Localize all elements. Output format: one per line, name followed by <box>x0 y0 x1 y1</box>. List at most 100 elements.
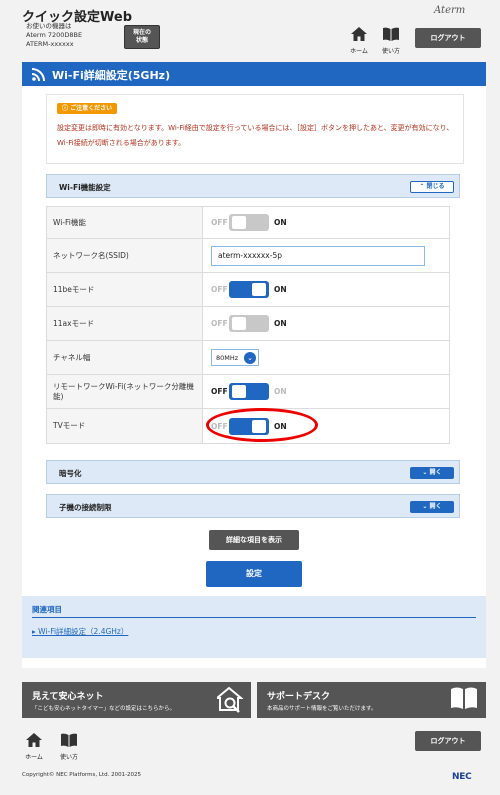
section-wifi-function-label: Wi-Fi機能設定 <box>59 183 111 192</box>
device-line-1: お使いの機器は <box>26 22 72 30</box>
section-access-limit[interactable]: 子機の接続制限 ⌄ 開く <box>46 494 460 518</box>
help-nav[interactable]: 使い方 <box>378 26 404 55</box>
related-title: 関連項目 <box>32 605 62 614</box>
toggle-on-label: ON <box>274 421 287 431</box>
logout-button[interactable]: ログアウト <box>415 28 481 48</box>
channel-width-value: 80MHz <box>216 353 239 362</box>
toggle-on-label: ON <box>274 387 287 396</box>
book-icon <box>451 687 477 709</box>
home-icon <box>26 733 42 747</box>
setting-value: 80MHz ⌄ <box>203 341 449 374</box>
footer-help-label: 使い方 <box>59 754 78 761</box>
toggle-off-label: OFF <box>211 285 228 294</box>
setting-label: チャネル幅 <box>47 341 203 374</box>
footer-help-nav[interactable]: 使い方 <box>56 732 82 761</box>
chevron-down-icon: ⌄ <box>422 469 428 476</box>
toggle-on-label: ON <box>274 319 287 328</box>
related-section: 関連項目 ▸ Wi-Fi詳細設定（2.4GHz） <box>22 596 486 658</box>
current-status-button[interactable]: 現在の 状態 <box>124 25 160 49</box>
collapse-label: 閉じる <box>426 183 445 190</box>
setting-value: OFF ON <box>203 307 449 340</box>
setting-label: 11beモード <box>47 273 203 306</box>
expand-access-limit-button[interactable]: ⌄ 開く <box>410 501 454 513</box>
safety-banner-subtitle: 「こども安心ネットタイマー」などの設定はこちらから。 <box>32 706 176 712</box>
setting-row-11be: 11beモード OFF ON <box>47 273 449 307</box>
footer-logout-button[interactable]: ログアウト <box>415 731 481 751</box>
show-details-button[interactable]: 詳細な項目を表示 <box>209 530 299 550</box>
related-link-wifi-24ghz[interactable]: ▸ Wi-Fi詳細設定（2.4GHz） <box>32 626 128 637</box>
setting-value: OFF ON <box>203 273 449 306</box>
home-label: ホーム <box>350 48 368 55</box>
chevron-down-icon: ⌄ <box>422 503 428 510</box>
toggle-knob <box>232 317 246 330</box>
wifi-icon <box>32 68 45 81</box>
notice-badge-label: ご注意ください <box>70 105 113 112</box>
status-button-line-2: 状態 <box>135 37 148 44</box>
aterm-logo: Aterm <box>434 5 466 16</box>
expand-encryption-button[interactable]: ⌄ 開く <box>410 467 454 479</box>
device-line-3: ATERM-xxxxxx <box>26 40 74 48</box>
device-line-2: Aterm 7200D8BE <box>26 31 83 39</box>
setting-row-remote-network: リモートワークWi-Fi(ネットワーク分離機能) OFF ON <box>47 375 449 409</box>
11ax-mode-toggle[interactable]: OFF ON <box>211 315 287 332</box>
setting-row-11ax: 11axモード OFF ON <box>47 307 449 341</box>
setting-row-wifi-function: Wi-Fi機能 OFF ON <box>47 207 449 239</box>
setting-label: リモートワークWi-Fi(ネットワーク分離機能) <box>47 375 203 408</box>
support-banner-title: サポートデスク <box>267 692 331 702</box>
setting-label: ネットワーク名(SSID) <box>47 239 203 272</box>
help-label: 使い方 <box>381 48 400 55</box>
support-banner-subtitle: 本商品のサポート情報をご覧いただけます。 <box>267 706 377 712</box>
footer-home-nav[interactable]: ホーム <box>24 732 44 761</box>
toggle-track <box>229 383 269 400</box>
toggle-track <box>229 315 269 332</box>
setting-row-tv-mode: TVモード OFF ON <box>47 409 449 443</box>
related-link-label: Wi-Fi詳細設定（2.4GHz） <box>38 627 129 636</box>
11be-mode-toggle[interactable]: OFF ON <box>211 281 287 298</box>
chevron-down-icon: ⌄ <box>244 352 256 364</box>
toggle-track <box>229 417 269 435</box>
toggle-knob <box>232 216 246 229</box>
safety-net-banner[interactable]: 見えて安心ネット 「こども安心ネットタイマー」などの設定はこちらから。 <box>22 682 251 718</box>
tv-mode-toggle[interactable]: OFF ON <box>211 417 287 435</box>
expand-access-limit-label: 開く <box>429 503 442 510</box>
toggle-track <box>229 214 269 231</box>
setting-value <box>203 239 449 272</box>
channel-width-select[interactable]: 80MHz ⌄ <box>211 349 259 366</box>
toggle-track <box>229 281 269 298</box>
title-bar: Wi-Fi詳細設定(5GHz) <box>22 62 486 86</box>
header: クイック設定Web お使いの機器は Aterm 7200D8BE ATERM-x… <box>0 0 500 58</box>
section-encryption[interactable]: 暗号化 ⌄ 開く <box>46 460 460 484</box>
book-icon <box>61 733 77 747</box>
toggle-off-label: OFF <box>211 387 228 396</box>
toggle-off-label: OFF <box>211 218 228 227</box>
expand-encryption-label: 開く <box>429 469 442 476</box>
nec-logo: NEC <box>452 772 472 782</box>
section-wifi-function[interactable]: Wi-Fi機能設定 ⌃ 閉じる <box>46 174 460 198</box>
page-title: Wi-Fi詳細設定(5GHz) <box>52 69 171 82</box>
setting-label: 11axモード <box>47 307 203 340</box>
toggle-knob <box>252 283 266 296</box>
status-button-line-1: 現在の <box>132 29 151 36</box>
remote-network-toggle[interactable]: OFF ON <box>211 383 287 400</box>
home-nav[interactable]: ホーム <box>346 26 372 55</box>
support-desk-banner[interactable]: サポートデスク 本商品のサポート情報をご覧いただけます。 <box>257 682 486 718</box>
book-icon <box>383 27 399 41</box>
notice-text: 設定変更は即時に有効となります。Wi-Fi経由で設定を行っている場合には、［設定… <box>57 124 454 147</box>
toggle-knob <box>232 385 246 398</box>
ssid-input[interactable] <box>211 245 425 266</box>
toggle-on-label: ON <box>274 218 287 227</box>
related-divider <box>32 617 476 618</box>
toggle-off-label: OFF <box>211 421 228 431</box>
house-search-icon <box>217 686 243 713</box>
footer-home-label: ホーム <box>25 754 43 761</box>
setting-label: TVモード <box>47 409 203 443</box>
setting-value: OFF ON <box>203 375 449 408</box>
notice-badge: ⓘ ご注意ください <box>57 103 118 114</box>
settings-table: Wi-Fi機能 OFF ON ネットワーク名(SSID) 11beモード OFF… <box>46 206 450 444</box>
safety-banner-title: 見えて安心ネット <box>32 692 104 702</box>
setting-label: Wi-Fi機能 <box>47 207 203 238</box>
device-info: お使いの機器は Aterm 7200D8BE ATERM-xxxxxx <box>26 22 82 49</box>
collapse-button[interactable]: ⌃ 閉じる <box>410 181 454 193</box>
wifi-function-toggle[interactable]: OFF ON <box>211 214 287 231</box>
save-button[interactable]: 設定 <box>206 561 302 587</box>
